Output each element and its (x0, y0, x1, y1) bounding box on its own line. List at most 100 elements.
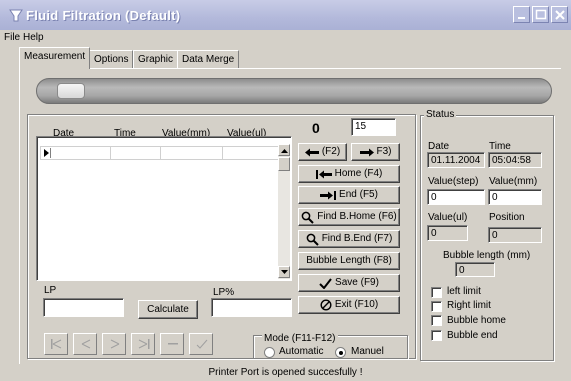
grid-cell[interactable] (223, 147, 281, 159)
tab-graphic[interactable]: Graphic (133, 50, 179, 68)
radio-selected-dot (339, 351, 343, 355)
position-progress-bar[interactable] (36, 78, 552, 104)
end-label: End (F5) (339, 189, 378, 200)
bubble-end-checkbox[interactable] (431, 330, 442, 341)
value-mm-field[interactable]: 0 (488, 189, 542, 205)
app-window: Fluid Filtration (Default) File Help Mea… (0, 0, 571, 381)
status-time-field: 05:04:58 (488, 152, 542, 168)
prior-record-icon (81, 339, 91, 349)
find-bubble-home-label: Find B.Home (F6) (317, 211, 397, 222)
first-record-icon (51, 339, 62, 349)
nav-delete-button[interactable] (160, 333, 184, 355)
home-button[interactable]: Home (F4) (298, 165, 400, 183)
measurement-grid[interactable] (36, 136, 292, 281)
step-input[interactable]: 15 (351, 118, 396, 136)
close-button[interactable] (551, 6, 568, 23)
minimize-button[interactable] (513, 6, 530, 23)
scroll-down-button[interactable] (278, 266, 290, 278)
bubble-home-label: Bubble home (447, 315, 506, 326)
maximize-button[interactable] (532, 6, 549, 23)
find-bubble-home-button[interactable]: Find B.Home (F6) (298, 208, 400, 226)
minimize-icon (518, 17, 525, 19)
bubble-length-button[interactable]: Bubble Length (F8) (298, 252, 400, 270)
arrow-left-icon (304, 148, 319, 156)
mode-automatic-label: Automatic (279, 346, 324, 357)
exit-label: Exit (F10) (334, 299, 379, 310)
last-record-icon (138, 339, 150, 349)
nav-last-button[interactable] (131, 333, 155, 355)
chevron-up-icon (281, 149, 288, 153)
value-ul-label: Value(ul) (428, 212, 468, 223)
bubble-end-label: Bubble end (447, 330, 498, 341)
magnifier-icon (301, 211, 314, 224)
move-left-label: (F2) (321, 146, 341, 157)
nav-first-button[interactable] (44, 333, 68, 355)
left-limit-checkbox[interactable] (431, 287, 442, 298)
grid-cell[interactable] (51, 147, 111, 159)
save-button[interactable]: Save (F9) (298, 274, 400, 292)
find-bubble-end-button[interactable]: Find B.End (F7) (298, 230, 400, 248)
nav-post-button[interactable] (189, 333, 213, 355)
tab-strip: Measurement Options Graphic Data Merge (0, 47, 571, 69)
mode-manual-radio[interactable] (335, 347, 346, 358)
nav-next-button[interactable] (102, 333, 126, 355)
title-bar[interactable]: Fluid Filtration (Default) (0, 0, 571, 30)
status-date-field: 01.11.2004 (427, 152, 485, 168)
status-bar: Printer Port is opened succesfully ! (208, 367, 363, 378)
home-icon (315, 169, 332, 179)
lp-input[interactable] (43, 298, 124, 317)
home-label: Home (F4) (334, 168, 383, 179)
end-button[interactable]: End (F5) (298, 186, 400, 204)
status-date-label: Date (428, 141, 450, 152)
value-ul-field: 0 (427, 225, 468, 241)
scroll-up-button[interactable] (278, 144, 290, 156)
tab-data-merge[interactable]: Data Merge (177, 50, 240, 68)
checkmark-icon (319, 277, 332, 289)
tab-measurement[interactable]: Measurement (19, 47, 91, 69)
bubble-home-checkbox[interactable] (431, 315, 442, 326)
grid-cell[interactable] (161, 147, 223, 159)
right-limit-checkbox[interactable] (431, 301, 442, 312)
move-right-label: F3) (376, 146, 392, 157)
row-indicator-icon (42, 148, 51, 158)
position-counter: 0 (312, 120, 320, 136)
nav-prior-button[interactable] (73, 333, 97, 355)
move-right-button[interactable]: F3) (351, 143, 400, 161)
grid-cell[interactable] (111, 147, 161, 159)
checkmark-icon (196, 339, 208, 349)
mode-title: Mode (F11-F12) (262, 333, 338, 344)
table-row[interactable] (40, 146, 290, 160)
mode-manual-label: Manuel (351, 346, 384, 357)
menu-file[interactable]: File (4, 32, 20, 43)
menu-bar: File Help (0, 30, 571, 46)
find-bubble-end-label: Find B.End (F7) (321, 233, 393, 244)
lp-percent-input[interactable] (211, 298, 292, 317)
exit-button[interactable]: Exit (F10) (298, 296, 400, 314)
magnifier-icon (306, 233, 319, 246)
position-label: Position (489, 212, 525, 223)
grid-scrollbar[interactable] (278, 144, 290, 279)
menu-help[interactable]: Help (23, 32, 44, 43)
bubble-length-label: Bubble Length (F8) (306, 255, 392, 266)
save-label: Save (F9) (335, 277, 379, 288)
scroll-thumb[interactable] (278, 157, 290, 171)
position-field: 0 (488, 227, 542, 243)
calculate-button[interactable]: Calculate (138, 300, 198, 319)
arrow-right-icon (359, 148, 374, 156)
left-limit-label: left limit (447, 286, 481, 297)
chevron-down-icon (281, 270, 288, 274)
mode-automatic-radio[interactable] (264, 347, 275, 358)
minus-icon (168, 343, 178, 345)
value-step-label: Value(step) (428, 176, 479, 187)
app-icon (8, 7, 24, 23)
value-mm-label: Value(mm) (489, 176, 538, 187)
window-title: Fluid Filtration (Default) (26, 8, 181, 23)
tab-options[interactable]: Options (89, 50, 134, 68)
move-left-button[interactable]: (F2) (298, 143, 347, 161)
progress-thumb[interactable] (57, 83, 85, 99)
no-entry-icon (320, 299, 332, 311)
value-step-field[interactable]: 0 (427, 189, 485, 205)
status-title: Status (424, 109, 457, 120)
next-record-icon (110, 339, 120, 349)
right-limit-label: Right limit (447, 300, 491, 311)
